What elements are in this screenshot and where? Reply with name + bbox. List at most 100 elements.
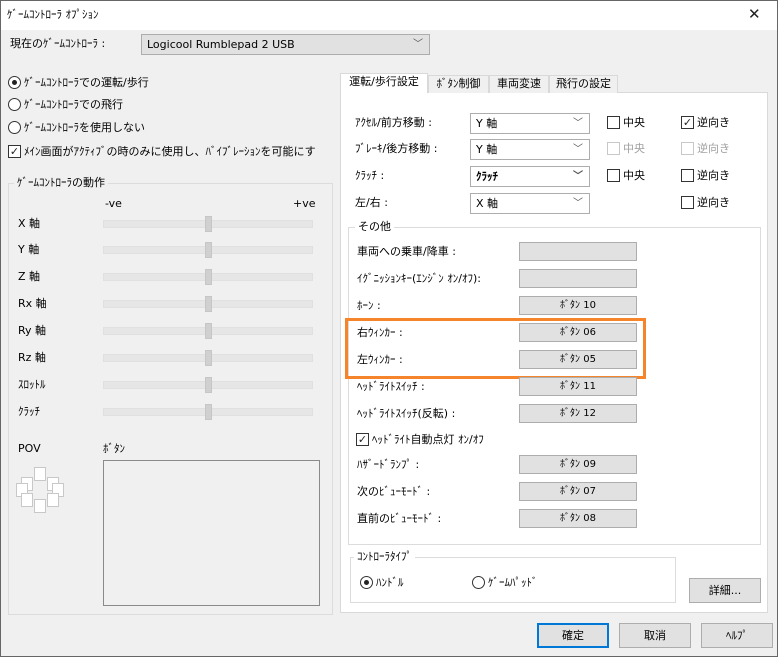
assignment-button[interactable]: ﾎﾞﾀﾝ 12 [519, 404, 637, 423]
assignment-label: 左ｳｨﾝｶｰ : [357, 353, 403, 366]
axis-row-label: 左/右 : [355, 196, 388, 209]
assignment-button[interactable]: ﾎﾞﾀﾝ 05 [519, 350, 637, 369]
controller-value: Logicool Rumblepad 2 USB [147, 38, 295, 51]
center-label: 中央 [623, 116, 645, 129]
axis-label: X 軸 [18, 217, 41, 230]
pov-indicator [21, 493, 33, 507]
reverse-label: 逆向き [697, 116, 730, 129]
assignment-button[interactable]: ﾎﾞﾀﾝ 09 [519, 455, 637, 474]
reverse-label: 逆向き [697, 169, 730, 182]
assignment-label: ｲｸﾞﾆｯｼｮﾝｷｰ(ｴﾝｼﾞﾝ ｵﾝ/ｵﾌ): [357, 272, 481, 285]
chevron-down-icon: ﹀ [573, 144, 583, 155]
close-icon[interactable]: ✕ [748, 5, 761, 23]
pov-label: POV [18, 442, 41, 455]
axis-label: ｸﾗｯﾁ [18, 405, 40, 418]
controller-select[interactable]: Logicool Rumblepad 2 USB ﹀ [141, 34, 430, 55]
pov-indicator [47, 493, 59, 507]
handle-label: ﾊﾝﾄﾞﾙ [376, 576, 404, 589]
reverse-label: 逆向き [697, 196, 730, 209]
assignment-button[interactable]: ﾎﾞﾀﾝ 07 [519, 482, 637, 501]
vibration-label: ﾒｲﾝ画面がｱｸﾃｨﾌﾞの時のみに使用し、ﾊﾞｲﾌﾞﾚｰｼｮﾝを可能にす [24, 145, 316, 158]
axis-label: Ry 軸 [18, 324, 47, 337]
assignment-label: ﾎｰﾝ : [357, 299, 381, 312]
tab-2[interactable]: 車両変速 [489, 75, 549, 93]
mode-radio[interactable] [8, 98, 21, 111]
axis-slider-thumb [205, 377, 212, 393]
mode-label: ｹﾞｰﾑｺﾝﾄﾛｰﾗでの運転/歩行 [24, 76, 149, 89]
axis-row-select[interactable]: Y 軸 ﹀ [470, 113, 590, 134]
assignment-button[interactable]: ﾎﾞﾀﾝ 06 [519, 323, 637, 342]
help-button[interactable]: ﾍﾙﾌﾟ [701, 623, 773, 648]
auto-headlight-checkbox[interactable]: ✓ [356, 433, 369, 446]
assignment-label: 右ｳｨﾝｶｰ : [357, 326, 403, 339]
axis-row-label: ﾌﾞﾚｰｷ/後方移動 : [355, 142, 438, 155]
axis-row-label: ｱｸｾﾙ/前方移動 : [355, 116, 432, 129]
details-button[interactable]: 詳細... [689, 578, 761, 603]
auto-headlight-label: ﾍｯﾄﾞﾗｲﾄ自動点灯 ｵﾝ/ｵﾌ [372, 433, 484, 446]
axis-label: Rx 軸 [18, 297, 47, 310]
center-checkbox[interactable] [607, 116, 620, 129]
axis-label: ｽﾛｯﾄﾙ [18, 378, 46, 391]
axis-label: Rz 軸 [18, 351, 46, 364]
window-title: ｹﾞｰﾑｺﾝﾄﾛｰﾗ ｵﾌﾟｼｮﾝ [7, 8, 99, 21]
axis-slider-thumb [205, 296, 212, 312]
actions-group-title: ｹﾞｰﾑｺﾝﾄﾛｰﾗの動作 [14, 176, 108, 190]
assignment-label: 直前のﾋﾞｭｰﾓｰﾄﾞ : [357, 512, 442, 525]
controller-type-title: ｺﾝﾄﾛｰﾗﾀｲﾌﾟ [354, 550, 415, 564]
handle-radio[interactable] [360, 576, 373, 589]
gamepad-label: ｹﾞｰﾑﾊﾟｯﾄﾞ [488, 576, 538, 589]
chevron-down-icon: ﹀ [413, 39, 423, 50]
buttons-display [103, 460, 320, 606]
assignment-button[interactable]: ﾎﾞﾀﾝ 11 [519, 377, 637, 396]
axis-slider-thumb [205, 323, 212, 339]
cancel-button[interactable]: 取消 [619, 623, 691, 648]
buttons-label: ﾎﾞﾀﾝ [103, 442, 125, 455]
axis-slider-thumb [205, 242, 212, 258]
ok-button[interactable]: 確定 [537, 623, 609, 648]
reverse-checkbox[interactable] [681, 142, 694, 155]
gamepad-radio[interactable] [472, 576, 485, 589]
reverse-checkbox[interactable]: ✓ [681, 116, 694, 129]
assignment-label: ﾊｻﾞｰﾄﾞﾗﾝﾌﾟ : [357, 458, 420, 471]
axis-row-select[interactable]: Y 軸 ﹀ [470, 139, 590, 160]
pos-label: +ve [293, 197, 316, 210]
center-label: 中央 [623, 142, 645, 155]
axis-label: Y 軸 [18, 243, 40, 256]
tab-0[interactable]: 運転/歩行設定 [340, 73, 428, 93]
assignment-button[interactable] [519, 269, 637, 288]
pov-indicator [34, 499, 46, 513]
assignment-label: 次のﾋﾞｭｰﾓｰﾄﾞ : [357, 485, 431, 498]
reverse-checkbox[interactable] [681, 169, 694, 182]
assignment-button[interactable] [519, 242, 637, 261]
assignment-button[interactable]: ﾎﾞﾀﾝ 08 [519, 509, 637, 528]
mode-label: ｹﾞｰﾑｺﾝﾄﾛｰﾗでの飛行 [24, 98, 123, 111]
mode-radio[interactable] [8, 76, 21, 89]
axis-slider-thumb [205, 350, 212, 366]
reverse-checkbox[interactable] [681, 196, 694, 209]
axis-row-value: Y 軸 [476, 143, 498, 156]
center-checkbox[interactable] [607, 169, 620, 182]
vibration-checkbox[interactable]: ✓ [8, 145, 21, 158]
center-label: 中央 [623, 169, 645, 182]
assignment-button[interactable]: ﾎﾞﾀﾝ 10 [519, 296, 637, 315]
axis-slider-thumb [205, 216, 212, 232]
mode-radio[interactable] [8, 121, 21, 134]
axis-label: Z 軸 [18, 270, 41, 283]
axis-row-select[interactable]: X 軸 ﹀ [470, 193, 590, 214]
axis-slider-thumb [205, 269, 212, 285]
axis-row-select[interactable]: ｸﾗｯﾁ ﹀ [470, 166, 590, 187]
assignment-label: ﾍｯﾄﾞﾗｲﾄｽｲｯﾁ(反転) : [357, 407, 456, 420]
axis-row-value: Y 軸 [476, 117, 498, 130]
tab-1[interactable]: ﾎﾞﾀﾝ制御 [428, 75, 489, 93]
center-checkbox[interactable] [607, 142, 620, 155]
assignment-label: ﾍｯﾄﾞﾗｲﾄｽｲｯﾁ : [357, 380, 425, 393]
neg-label: -ve [105, 197, 122, 210]
axis-row-value: X 軸 [476, 197, 499, 210]
assignment-label: 車両への乗車/降車 : [357, 245, 456, 258]
title-bar [0, 0, 778, 30]
axis-slider-thumb [205, 404, 212, 420]
controller-label: 現在のｹﾞｰﾑｺﾝﾄﾛｰﾗ : [10, 37, 106, 50]
tab-3[interactable]: 飛行の設定 [549, 75, 618, 93]
other-group-title: その他 [355, 220, 394, 234]
axis-row-label: ｸﾗｯﾁ : [355, 169, 385, 182]
